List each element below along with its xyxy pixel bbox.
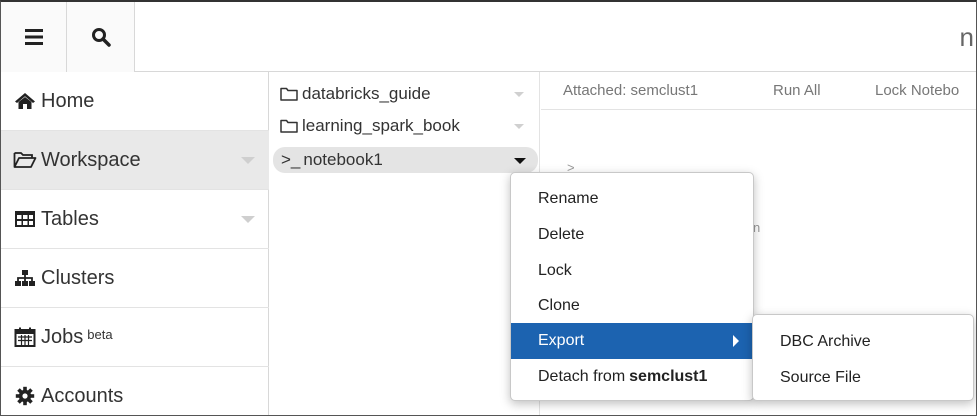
- menu-item-rename[interactable]: Rename: [511, 181, 753, 217]
- file-item-label: databricks_guide: [302, 84, 431, 103]
- chevron-down-icon[interactable]: [514, 92, 524, 97]
- menu-item-dbc-archive[interactable]: DBC Archive: [753, 324, 973, 360]
- file-item-learning-spark-book[interactable]: learning_spark_book: [280, 113, 538, 139]
- sidebar-item-accounts[interactable]: Accounts: [1, 367, 269, 415]
- sidebar-item-tables[interactable]: Tables: [1, 190, 269, 249]
- file-item-label: notebook1: [303, 150, 383, 169]
- sidebar-item-label: Tables: [41, 207, 99, 230]
- chevron-down-icon[interactable]: [514, 124, 524, 129]
- menu-item-label: Export: [538, 332, 585, 349]
- menu-item-clone[interactable]: Clone: [511, 288, 753, 324]
- file-item-notebook1[interactable]: >_ notebook1: [273, 147, 538, 173]
- sidebar-item-label: Accounts: [41, 384, 124, 407]
- sidebar-item-home[interactable]: Home: [1, 72, 269, 131]
- workspace-file-list: databricks_guide learning_spark_book >_ …: [270, 72, 540, 415]
- attached-cluster-button[interactable]: Attached: semclust1: [563, 82, 698, 99]
- sidebar-item-label: Clusters: [41, 266, 115, 289]
- menu-item-export[interactable]: Export: [511, 323, 753, 359]
- table-icon: [13, 209, 37, 229]
- app-window: n Home Workspace Tables Clusters Jobs be…: [0, 0, 977, 416]
- top-bar: n: [1, 2, 976, 72]
- sitemap-icon: [13, 268, 37, 288]
- beta-badge: beta: [87, 326, 113, 342]
- calendar-icon: [13, 327, 37, 347]
- page-title-fragment: n: [959, 22, 974, 52]
- chevron-down-icon[interactable]: [514, 158, 526, 164]
- run-all-button[interactable]: Run All: [773, 82, 821, 99]
- chevron-down-icon[interactable]: [241, 216, 255, 223]
- file-item-label: learning_spark_book: [302, 116, 460, 135]
- hamburger-icon: [24, 29, 43, 45]
- sidebar-item-workspace[interactable]: Workspace: [1, 131, 269, 190]
- sidebar: Home Workspace Tables Clusters Jobs beta…: [1, 72, 269, 415]
- sidebar-item-label: Home: [41, 89, 95, 112]
- sidebar-item-label: Jobs: [41, 325, 84, 348]
- context-menu: Rename Delete Lock Clone Export Detach f…: [510, 172, 754, 401]
- sidebar-item-clusters[interactable]: Clusters: [1, 249, 269, 308]
- sidebar-item-jobs[interactable]: Jobs beta: [1, 308, 269, 367]
- gear-icon: [13, 386, 37, 406]
- file-item-databricks-guide[interactable]: databricks_guide: [280, 81, 538, 107]
- cell-text-fragment: n: [753, 220, 761, 235]
- export-submenu: DBC Archive Source File: [752, 314, 974, 401]
- chevron-right-icon: [733, 335, 739, 347]
- notebook-toolbar: Attached: semclust1 Run All Lock Notebo: [541, 72, 976, 110]
- menu-item-lock[interactable]: Lock: [511, 253, 753, 289]
- chevron-down-icon[interactable]: [241, 157, 255, 164]
- folder-icon: [280, 87, 298, 101]
- menu-item-source-file[interactable]: Source File: [753, 360, 973, 396]
- home-icon: [13, 91, 37, 111]
- cluster-name: semclust1: [629, 368, 708, 385]
- sidebar-item-label: Workspace: [41, 148, 141, 171]
- search-button[interactable]: [67, 2, 135, 72]
- search-icon: [91, 28, 111, 47]
- menu-item-detach[interactable]: Detach from semclust1: [511, 359, 753, 395]
- folder-icon: [280, 119, 298, 133]
- menu-button[interactable]: [1, 2, 67, 72]
- menu-item-delete[interactable]: Delete: [511, 217, 753, 253]
- lock-notebook-button[interactable]: Lock Notebo: [875, 82, 959, 99]
- notebook-icon: >_: [281, 150, 301, 169]
- menu-item-label: Detach from: [538, 368, 626, 385]
- folder-open-icon: [13, 150, 37, 170]
